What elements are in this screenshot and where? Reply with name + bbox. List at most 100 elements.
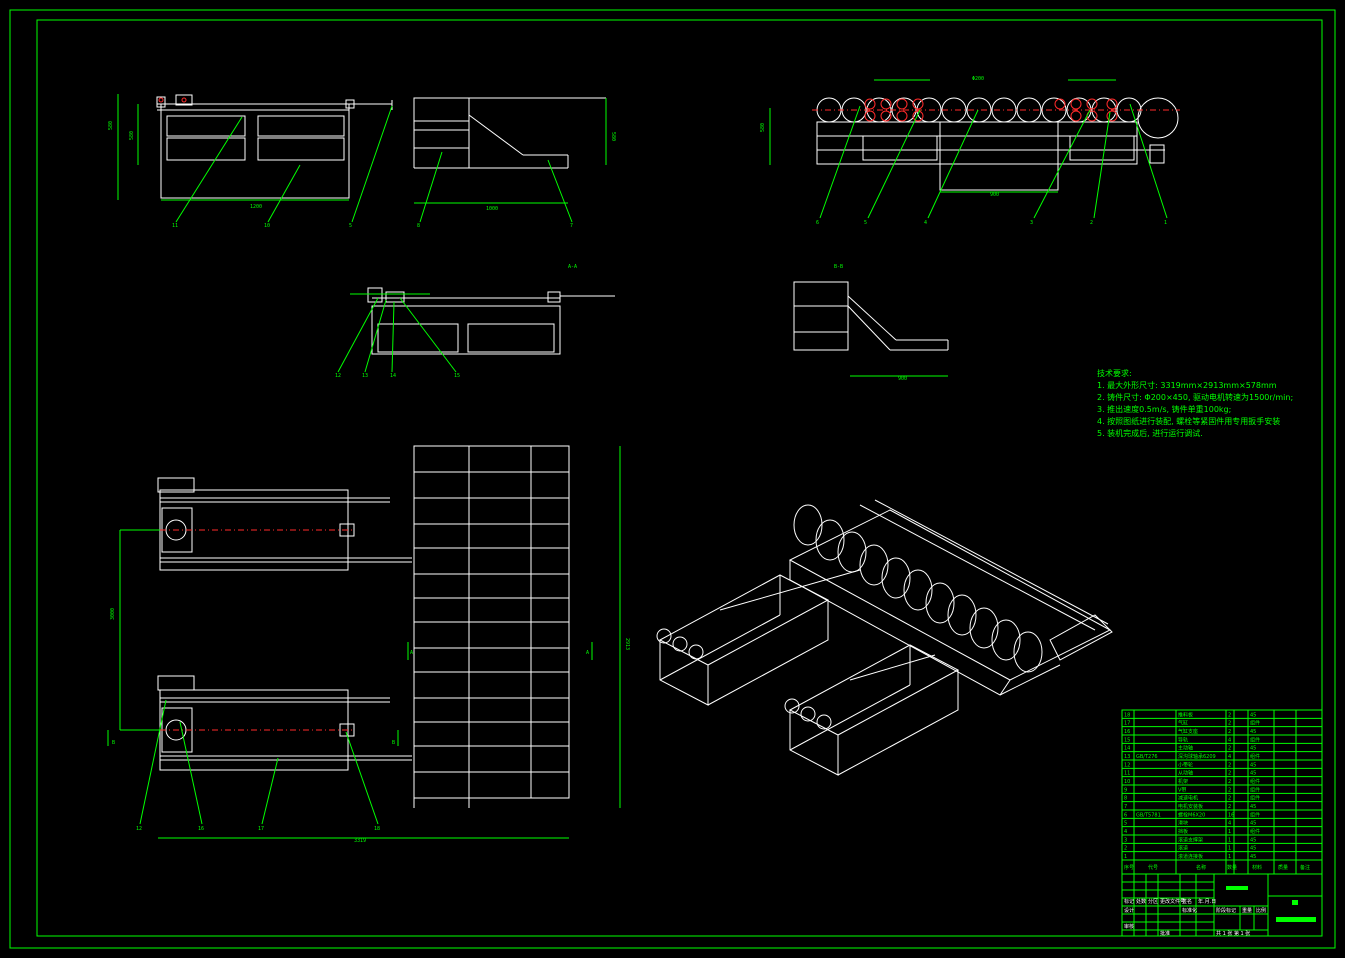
balloon-v1-4: 8 (417, 223, 420, 229)
dim-bb-length: 900 (898, 376, 907, 382)
tb-approve: 批准 (1160, 930, 1170, 937)
bom-cell-name: 气缸支座 (1178, 728, 1198, 735)
balloon-v3-3: 14 (390, 373, 396, 379)
bom-cell-qty: 2 (1228, 787, 1231, 793)
bom-cell-mat: 组件 (1250, 795, 1260, 802)
bom-cell-no: 2 (1124, 846, 1127, 852)
bom-cell-qty: 4 (1228, 737, 1231, 743)
tb-date: 年.月.日 (1198, 898, 1216, 905)
bom-cell-qty: 2 (1228, 804, 1231, 810)
bom-cell-name: 机架 (1178, 778, 1188, 785)
dim-rack-height: 580 (108, 121, 114, 130)
tech-req-line-3: 3. 推出速度0.5m/s, 铸件单重100kg; (1097, 404, 1231, 414)
bom-cell-no: 11 (1124, 771, 1130, 777)
bom-cell-qty: 2 (1228, 762, 1231, 768)
dim-conveyor-side: 1000 (486, 206, 498, 212)
tb-scale: 比例 (1256, 907, 1266, 914)
tb-review: 审核 (1124, 923, 1134, 930)
bom-cell-qty: 2 (1228, 779, 1231, 785)
dim-gap: 3000 (110, 608, 116, 620)
bom-cell-no: 10 (1124, 779, 1130, 785)
view-roller-side: 580 900 Φ200 6 5 4 3 2 1 (760, 76, 1180, 226)
dim-roller-height: 580 (760, 123, 766, 132)
inner-border (36, 19, 1323, 937)
balloon-v1-2: 10 (264, 223, 270, 229)
bom-header-name: 名称 (1196, 864, 1206, 871)
bom-cell-mat: 组件 (1250, 828, 1260, 835)
bom-cell-no: 4 (1124, 829, 1127, 835)
bom-cell-qty: 4 (1228, 821, 1231, 827)
bom-cell-qty: 4 (1228, 754, 1231, 760)
bom-cell-no: 9 (1124, 787, 1127, 793)
bom-cell-name: 滑块 (1178, 820, 1188, 827)
dim-front-length: 1200 (250, 204, 262, 210)
bom-cell-code: GB/T5781 (1136, 812, 1161, 818)
balloon-v2-3: 4 (924, 220, 927, 226)
company-bar (1276, 917, 1316, 922)
bom-cell-name: 深沟球轴承6209 (1178, 753, 1216, 760)
view-plan: 3319 3000 2913 A A B B 12 16 17 18 (107, 445, 630, 844)
bom-cell-name: 推料板 (1178, 711, 1193, 718)
technical-requirements: 技术要求: 1. 最大外形尺寸: 3319mm×2913mm×578mm 2. … (1097, 368, 1293, 438)
balloon-v3-2: 13 (362, 373, 368, 379)
view-section-bb: B-B 900 (793, 264, 949, 382)
bom-cell-mat: 45 (1250, 854, 1256, 860)
bom-cell-name: 导轨 (1178, 736, 1188, 743)
bom-cell-no: 6 (1124, 812, 1127, 818)
bom-cell-name: 电机安装板 (1178, 803, 1203, 810)
bom-header-mass: 质量 (1278, 864, 1288, 871)
bom-cell-qty: 16 (1228, 812, 1234, 818)
tb-design: 设计 (1124, 907, 1134, 914)
bom-cell-qty: 1 (1228, 837, 1231, 843)
bom-cell-mat: 45 (1250, 821, 1256, 827)
balloon-v2-2: 5 (864, 220, 867, 226)
balloon-v1-1: 11 (172, 223, 178, 229)
bom-cell-qty: 2 (1228, 796, 1231, 802)
bom-cell-no: 3 (1124, 837, 1127, 843)
bom-cell-qty: 2 (1228, 746, 1231, 752)
balloon-v3-4: 15 (454, 373, 460, 379)
tb-weight: 重量 (1242, 907, 1252, 914)
bom-cell-mat: 组件 (1250, 753, 1260, 760)
bom-cell-name: 滚道 (1178, 845, 1188, 852)
bom-cell-qty: 2 (1228, 712, 1231, 718)
balloon-v4-3: 17 (258, 826, 264, 832)
arrow-a-right: A (586, 650, 589, 656)
view-front-left: 580 580 1200 1000 580 11 10 5 8 7 (108, 94, 616, 229)
bom-cell-code: GB/T276 (1136, 754, 1158, 760)
balloon-v2-6: 1 (1164, 220, 1167, 226)
arrow-a-left: A (410, 650, 413, 656)
tech-req-line-1: 1. 最大外形尺寸: 3319mm×2913mm×578mm (1097, 380, 1277, 390)
view-isometric (656, 499, 1113, 776)
cad-drawing: 580 580 1200 1000 580 11 10 5 8 7 580 90… (9, 9, 1336, 949)
dim-overall-length: 3319 (354, 838, 366, 844)
bom-cell-name: 从动轴 (1178, 770, 1193, 777)
tb-sign: 签名 (1182, 898, 1192, 905)
bom-cell-no: 14 (1124, 746, 1130, 752)
tech-req-line-5: 5. 装机完成后, 进行运行调试. (1097, 428, 1203, 438)
bom-cell-no: 16 (1124, 729, 1130, 735)
balloon-v4-2: 16 (198, 826, 204, 832)
roller-row (812, 97, 1180, 139)
balloon-v2-4: 3 (1030, 220, 1033, 226)
bom-cell-name: 螺栓M6X20 (1178, 811, 1205, 818)
balloon-v4-1: 12 (136, 826, 142, 832)
tb-count: 处数 (1136, 898, 1146, 905)
balloon-v3-1: 12 (335, 373, 341, 379)
dim-rack-inner: 580 (129, 131, 135, 140)
tech-req-line-2: 2. 铸件尺寸: Φ200×450, 驱动电机转速为1500r/min; (1097, 392, 1293, 402)
label-section-bb: B-B (834, 264, 843, 270)
bom-header-mat: 材料 (1252, 864, 1262, 871)
bom-rows: 18 推料板 2 4517 气缸 2 组件16 气缸支座 2 4515 导轨 4 组件14 主动轴 2 451… (1122, 711, 1322, 861)
bom-cell-no: 18 (1124, 712, 1130, 718)
bom-cell-mat: 45 (1250, 729, 1256, 735)
conveyor-plan-grid (413, 445, 570, 808)
bom-cell-qty: 1 (1228, 846, 1231, 852)
dim-conveyor-length: 2913 (624, 638, 630, 650)
tech-req-line-4: 4. 按照图纸进行装配, 螺栓等紧固件用专用扳手安装 (1097, 416, 1280, 426)
bom-cell-mat: 45 (1250, 746, 1256, 752)
bom-cell-name: 挡板 (1178, 828, 1188, 835)
drawing-no-mark (1292, 900, 1298, 905)
tb-sheet-info: 共 1 张 第 1 张 (1216, 930, 1250, 937)
bom-cell-mat: 45 (1250, 712, 1256, 718)
